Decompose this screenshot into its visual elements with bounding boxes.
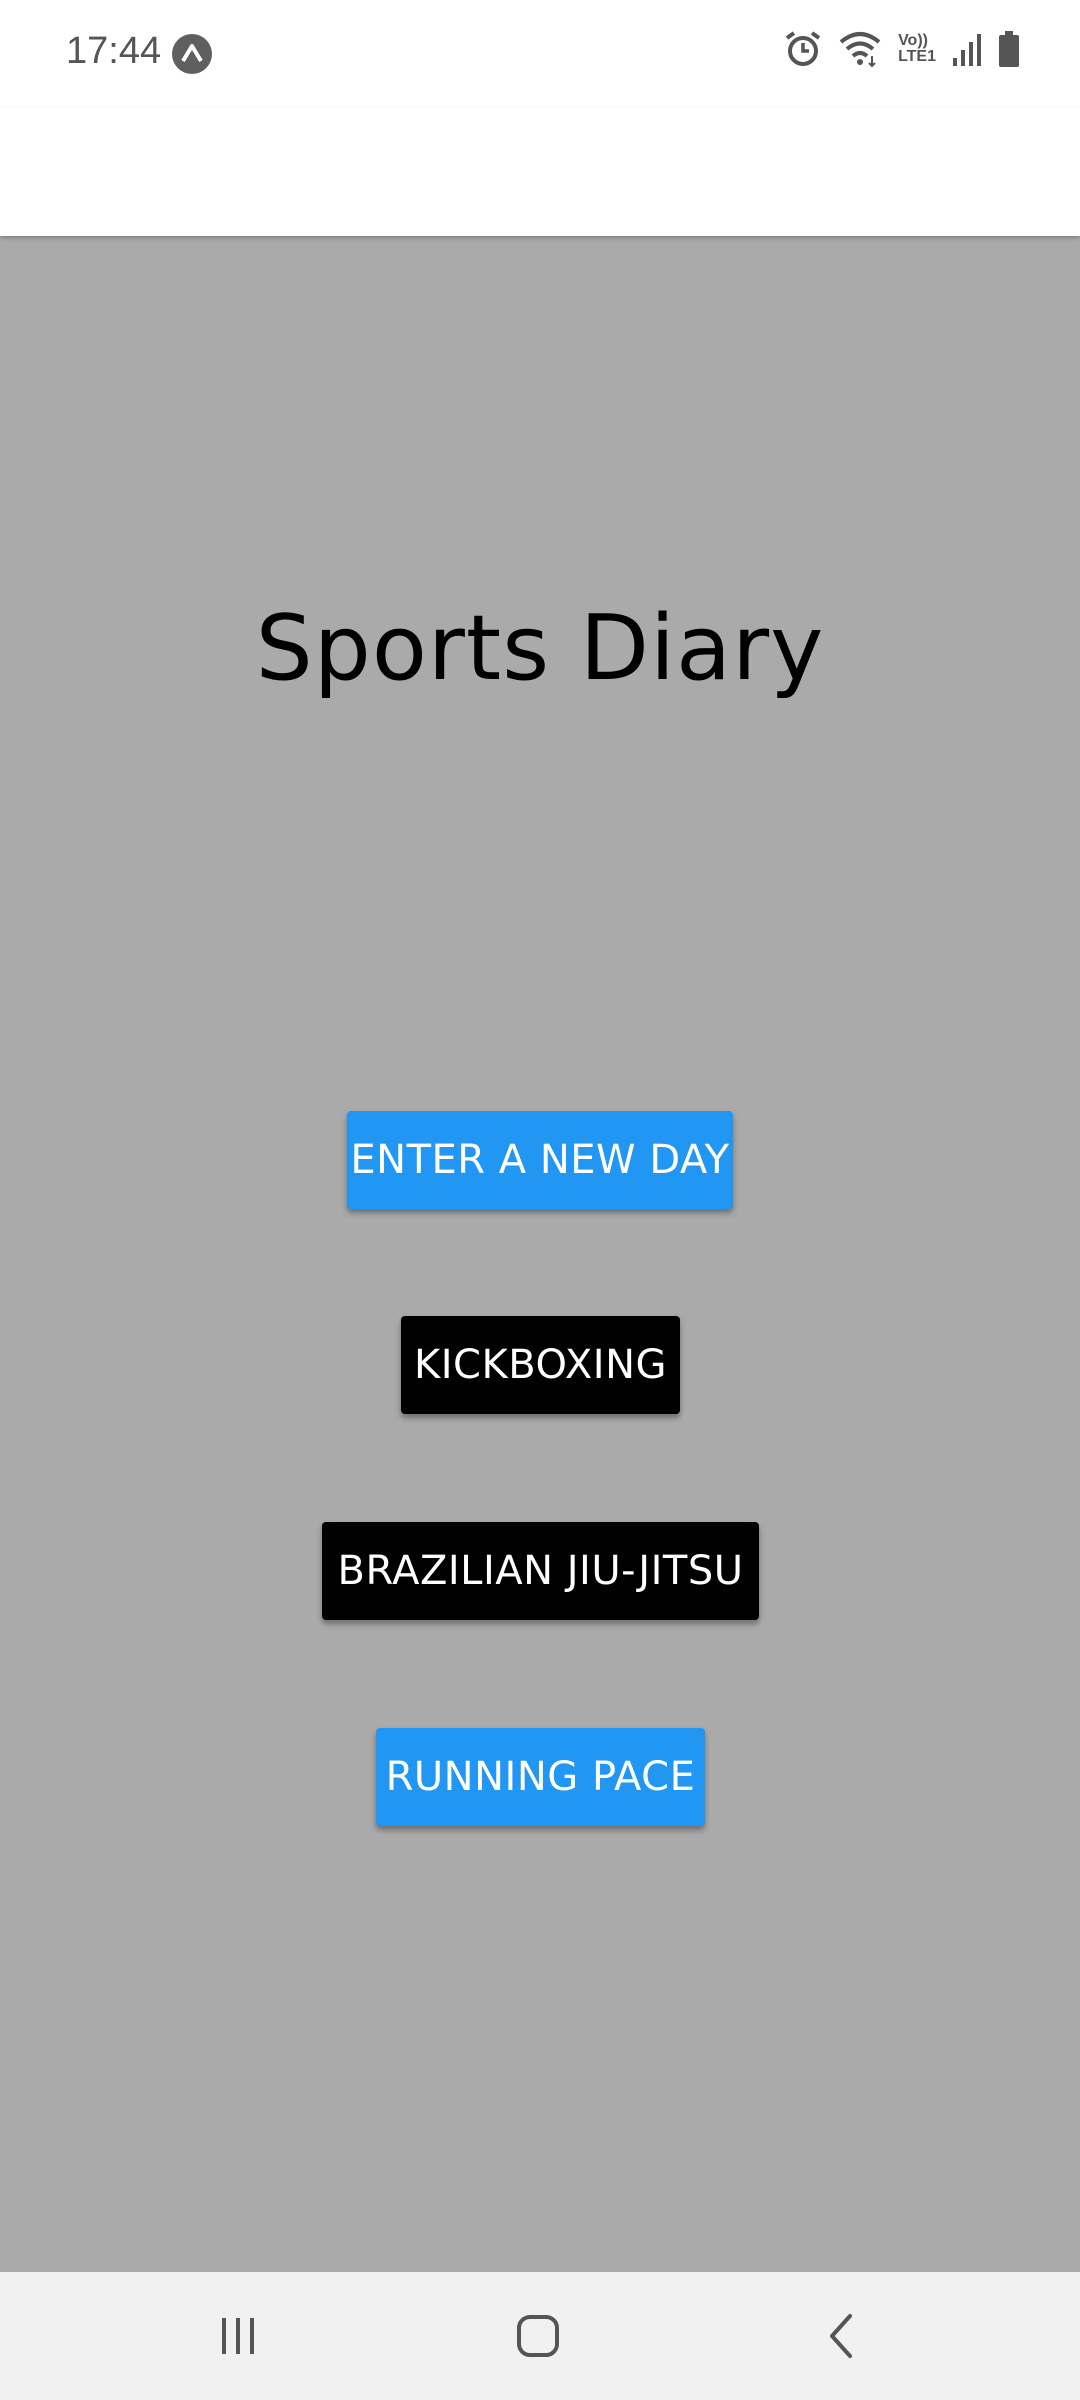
expo-icon [172, 34, 212, 74]
recent-apps-icon[interactable] [214, 2312, 262, 2365]
status-time: 17:44 [66, 30, 162, 72]
volte-bottom-text: LTE1 [898, 48, 936, 65]
volte-icon: Vo)) LTE1 [898, 33, 936, 65]
status-icons: Vo)) LTE1 [784, 30, 1020, 68]
header-bar [0, 108, 1080, 236]
navigation-bar [0, 2272, 1080, 2400]
brazilian-jiu-jitsu-button[interactable]: BRAZILIAN JIU-JITSU [322, 1522, 759, 1620]
alarm-icon [784, 30, 822, 68]
main-content: Sports Diary ENTER A NEW DAY KICKBOXING … [0, 236, 1080, 2272]
volte-top-text: Vo)) [898, 32, 928, 49]
back-icon[interactable] [818, 2312, 866, 2365]
signal-icon [952, 32, 982, 66]
status-bar: 17:44 Vo)) LTE1 [0, 0, 1080, 108]
page-title: Sports Diary [255, 596, 825, 701]
home-icon[interactable] [514, 2312, 562, 2365]
battery-icon [998, 31, 1020, 67]
wifi-icon [838, 30, 882, 68]
running-pace-button[interactable]: RUNNING PACE [376, 1728, 705, 1826]
enter-new-day-button[interactable]: ENTER A NEW DAY [347, 1111, 733, 1209]
kickboxing-button[interactable]: KICKBOXING [401, 1316, 680, 1414]
